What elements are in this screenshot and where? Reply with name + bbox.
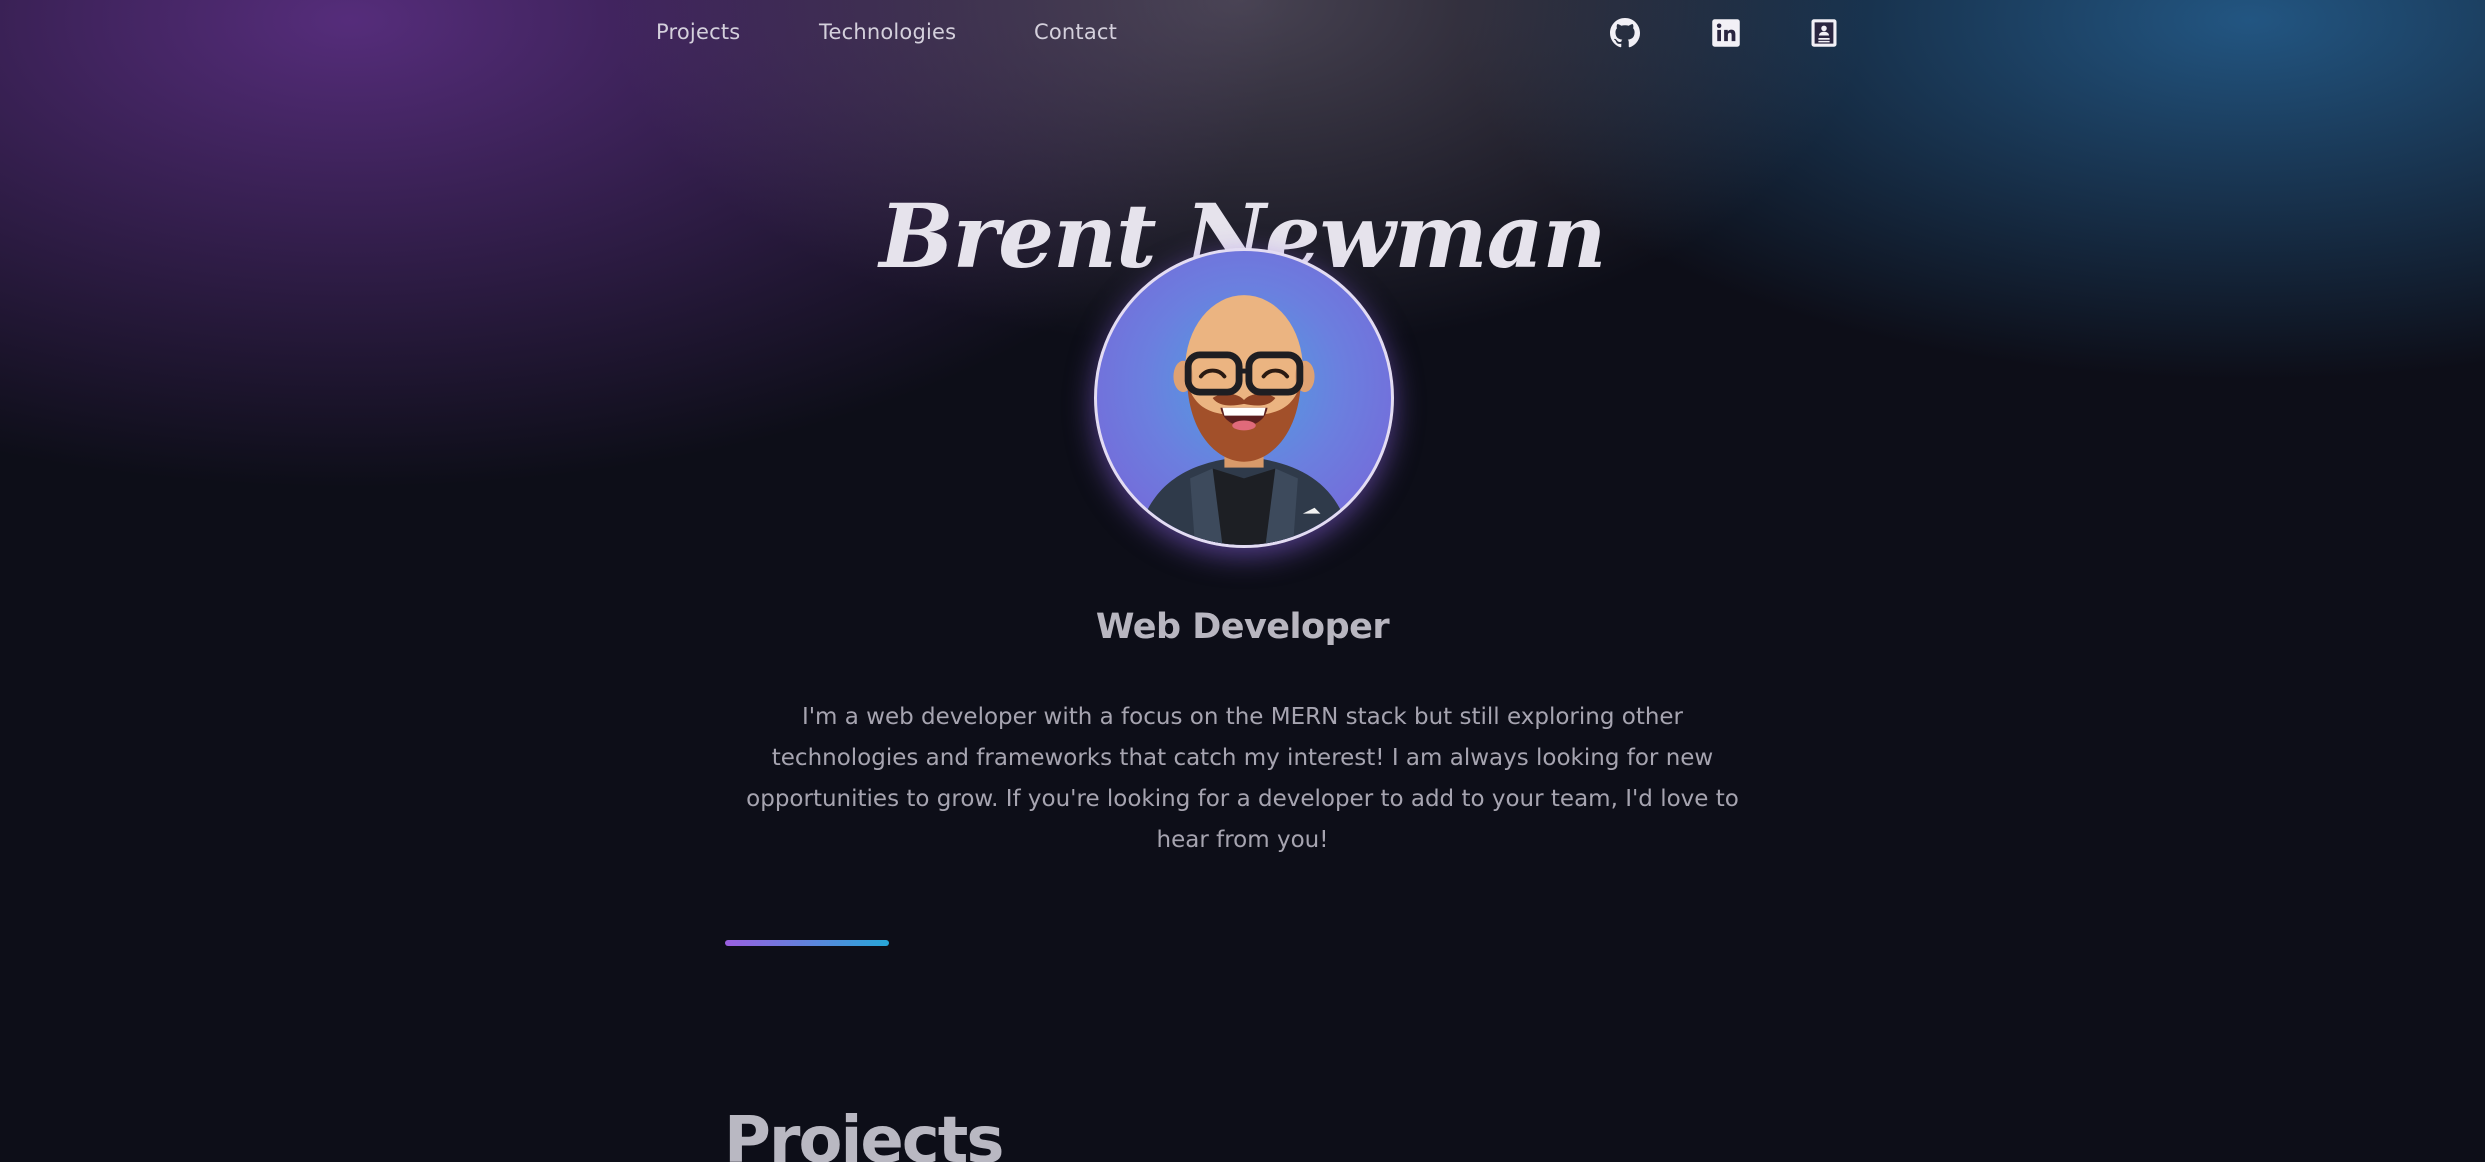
avatar	[1094, 248, 1394, 548]
linkedin-icon[interactable]	[1711, 18, 1741, 48]
top-nav: Projects Technologies Contact	[0, 0, 2485, 68]
portfolio-page: Projects Technologies Contact Brent Newm…	[0, 0, 2485, 1162]
github-icon[interactable]	[1610, 18, 1640, 48]
nav-link-projects[interactable]: Projects	[656, 20, 740, 44]
avatar-illustration-icon	[1136, 295, 1352, 545]
role-title: Web Developer	[1095, 607, 1390, 648]
projects-section-title: Projects	[724, 1104, 1004, 1162]
resume-icon[interactable]	[1809, 18, 1839, 48]
nav-link-technologies[interactable]: Technologies	[819, 20, 956, 44]
section-divider	[725, 940, 889, 946]
bio-text: I'm a web developer with a focus on the …	[746, 704, 1739, 853]
nav-link-contact[interactable]: Contact	[1034, 20, 1117, 44]
